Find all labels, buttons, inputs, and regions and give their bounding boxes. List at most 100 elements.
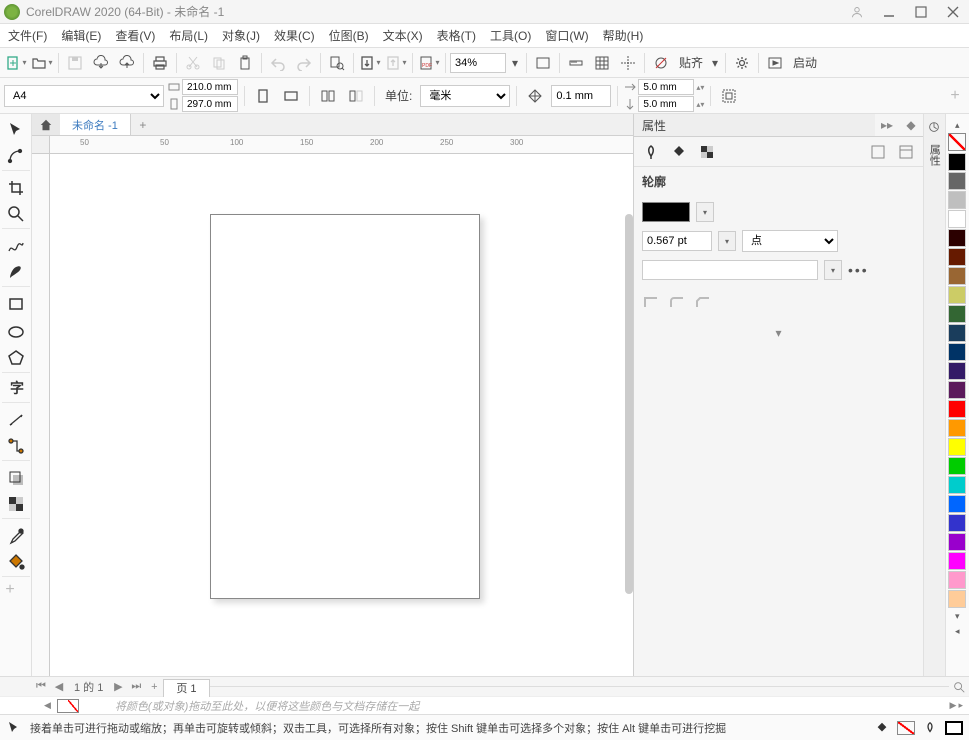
page-size-select[interactable]: A4 (4, 85, 164, 107)
portrait-button[interactable] (251, 84, 275, 108)
outline-width-input[interactable] (642, 231, 712, 251)
bevel-corner-icon[interactable] (694, 292, 712, 310)
show-rulers-button[interactable] (564, 51, 588, 75)
fullscreen-preview-button[interactable] (531, 51, 555, 75)
palette-swatch[interactable] (948, 381, 966, 399)
prev-page-button[interactable]: ◀ (50, 679, 68, 695)
eyedropper-tool[interactable] (2, 523, 30, 549)
palette-swatch[interactable] (948, 172, 966, 190)
close-button[interactable] (941, 3, 965, 21)
menu-object[interactable]: 对象(J) (222, 27, 260, 44)
outline-more-button[interactable]: ••• (848, 262, 869, 278)
palette-swatch[interactable] (948, 191, 966, 209)
fill-color-indicator[interactable] (897, 721, 915, 735)
menu-edit[interactable]: 编辑(E) (61, 27, 101, 44)
palette-swatch[interactable] (948, 286, 966, 304)
launch-icon[interactable] (763, 51, 787, 75)
outline-tab-icon[interactable] (640, 141, 662, 163)
publish-pdf-button[interactable]: PDF (417, 51, 441, 75)
palette-swatch[interactable] (948, 476, 966, 494)
show-guidelines-button[interactable] (616, 51, 640, 75)
miter-corner-icon[interactable] (642, 292, 660, 310)
doc-palette-flyout[interactable]: ▸ (958, 700, 963, 711)
palette-swatch[interactable] (948, 438, 966, 456)
palette-swatch[interactable] (948, 267, 966, 285)
import-button[interactable] (358, 51, 382, 75)
menu-bitmap[interactable]: 位图(B) (329, 27, 369, 44)
connector-tool[interactable] (2, 435, 30, 461)
vtab-properties[interactable]: 属性 (925, 140, 943, 170)
rectangle-tool[interactable] (2, 291, 30, 317)
paste-button[interactable] (233, 51, 257, 75)
show-grid-button[interactable] (590, 51, 614, 75)
palette-swatch[interactable] (948, 552, 966, 570)
polygon-tool[interactable] (2, 347, 30, 373)
palette-swatch[interactable] (948, 571, 966, 589)
shape-tool[interactable] (2, 145, 30, 171)
zoom-level-input[interactable] (450, 53, 506, 73)
crop-tool[interactable] (2, 175, 30, 201)
outline-color-swatch[interactable] (642, 202, 690, 222)
landscape-button[interactable] (279, 84, 303, 108)
pick-tool[interactable] (2, 117, 30, 143)
print-button[interactable] (148, 51, 172, 75)
cloud-up-button[interactable] (115, 51, 139, 75)
cloud-down-button[interactable] (89, 51, 113, 75)
menu-text[interactable]: 文本(X) (383, 27, 423, 44)
palette-swatch[interactable] (948, 457, 966, 475)
menu-file[interactable]: 文件(F) (8, 27, 47, 44)
zoom-tool[interactable] (2, 203, 30, 229)
canvas[interactable] (50, 154, 633, 676)
zoom-dropdown[interactable]: ▾ (508, 51, 522, 75)
outline-width-dropdown[interactable] (718, 231, 736, 251)
next-page-button[interactable]: ▶ (109, 679, 127, 695)
minimize-button[interactable] (877, 3, 901, 21)
ruler-corner[interactable] (32, 136, 50, 154)
palette-swatch[interactable] (948, 210, 966, 228)
maximize-button[interactable] (909, 3, 933, 21)
add-propbar-item[interactable]: + (945, 86, 965, 106)
dup-x-input[interactable] (638, 79, 694, 95)
palette-swatch[interactable] (948, 153, 966, 171)
new-button[interactable] (4, 51, 28, 75)
add-page-button[interactable]: + (145, 679, 163, 695)
palette-swatch[interactable] (948, 400, 966, 418)
search-content-button[interactable] (325, 51, 349, 75)
fill-tab-icon[interactable] (668, 141, 690, 163)
snap-dropdown[interactable]: ▾ (709, 51, 721, 75)
navigator-zoom-icon[interactable] (949, 680, 969, 694)
outline-style-dropdown[interactable] (824, 260, 842, 280)
no-color-swatch[interactable] (948, 133, 966, 151)
ellipse-tool[interactable] (2, 319, 30, 345)
doc-palette-prev[interactable]: ◀ (44, 700, 51, 711)
palette-swatch[interactable] (948, 343, 966, 361)
docker-close-icon[interactable]: ◆ (899, 118, 923, 132)
last-page-button[interactable]: ⏭ (127, 679, 145, 695)
palette-swatch[interactable] (948, 514, 966, 532)
nudge-input[interactable] (551, 85, 611, 107)
text-tool[interactable]: 字 (2, 377, 30, 403)
palette-swatch[interactable] (948, 229, 966, 247)
outline-color-indicator[interactable] (945, 721, 963, 735)
artistic-media-tool[interactable] (2, 261, 30, 287)
current-page-button[interactable] (344, 84, 368, 108)
palette-swatch[interactable] (948, 533, 966, 551)
open-button[interactable] (30, 51, 54, 75)
palette-swatch[interactable] (948, 324, 966, 342)
outline-color-dropdown[interactable] (696, 202, 714, 222)
add-document-tab[interactable]: + (131, 114, 155, 135)
scrollbar-vertical[interactable] (625, 214, 633, 594)
freehand-tool[interactable] (2, 233, 30, 259)
palette-swatch[interactable] (948, 495, 966, 513)
docker-collapse-icon[interactable]: ▸▸ (875, 118, 899, 132)
outline-style-select[interactable] (642, 260, 818, 280)
page-tab[interactable]: 页 1 (163, 679, 209, 697)
doc-palette-swatch[interactable] (57, 699, 79, 713)
parallel-dimension-tool[interactable] (2, 407, 30, 433)
menu-tools[interactable]: 工具(O) (490, 27, 531, 44)
vtab-icon[interactable] (925, 118, 943, 136)
doc-palette-next[interactable]: ▶ (950, 700, 957, 711)
document-tab[interactable]: 未命名 -1 (60, 114, 131, 135)
menu-layout[interactable]: 布局(L) (169, 27, 208, 44)
palette-swatch[interactable] (948, 305, 966, 323)
